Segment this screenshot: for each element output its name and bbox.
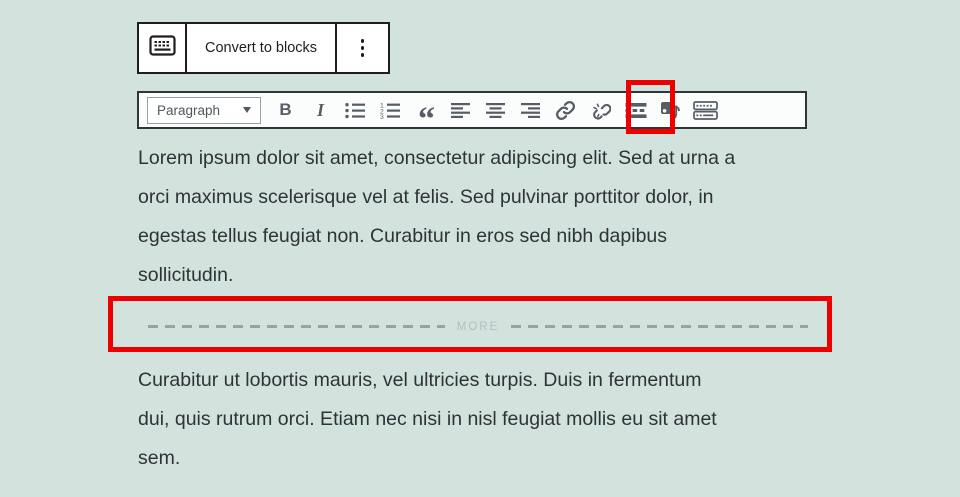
link-icon bbox=[555, 100, 576, 121]
numbered-list-button[interactable]: 1 2 3 bbox=[373, 93, 408, 127]
more-divider-dashes-left bbox=[148, 325, 445, 328]
align-left-button[interactable] bbox=[443, 93, 478, 127]
align-center-icon bbox=[486, 102, 505, 118]
paragraph-line: Lorem ipsum dolor sit amet, consectetur … bbox=[138, 147, 736, 169]
classic-block-button[interactable] bbox=[139, 24, 185, 72]
toolbar-toggle-button[interactable] bbox=[688, 93, 723, 127]
paragraph-line: dui, quis rutrum orci. Etiam nec nisi in… bbox=[138, 408, 717, 430]
keyboard-icon bbox=[148, 35, 176, 61]
italic-button[interactable]: I bbox=[303, 93, 338, 127]
align-right-icon bbox=[521, 102, 540, 118]
toolbar-toggle-icon bbox=[693, 100, 718, 120]
link-button[interactable] bbox=[548, 93, 583, 127]
add-media-button[interactable] bbox=[653, 93, 688, 127]
bulleted-list-button[interactable] bbox=[338, 93, 373, 127]
paragraph-style-value: Paragraph bbox=[157, 102, 221, 118]
bulleted-list-icon bbox=[345, 102, 366, 119]
convert-to-blocks-button[interactable]: Convert to blocks bbox=[185, 24, 335, 72]
bold-icon: B bbox=[279, 100, 292, 119]
paragraph-line: sollicitudin. bbox=[138, 264, 234, 286]
align-left-icon bbox=[451, 102, 470, 118]
unlink-icon bbox=[590, 100, 611, 121]
svg-text:3: 3 bbox=[380, 114, 384, 119]
options-menu-button[interactable] bbox=[335, 24, 388, 72]
classic-block-editor: Convert to blocks Paragraph B I 1 2 3 “ … bbox=[0, 0, 960, 497]
blockquote-button[interactable]: “ bbox=[408, 93, 443, 137]
paragraph-line: sem. bbox=[138, 447, 181, 469]
more-divider-dashes-right bbox=[511, 325, 808, 328]
paragraph-line: egestas tellus feugiat non. Curabitur in… bbox=[138, 225, 668, 247]
read-more-divider[interactable]: MORE bbox=[148, 319, 808, 334]
dropdown-caret-icon bbox=[243, 107, 251, 113]
more-tag-icon bbox=[625, 102, 647, 119]
formatting-toolbar: Paragraph B I 1 2 3 “ bbox=[137, 91, 807, 137]
add-media-icon bbox=[660, 101, 682, 120]
italic-icon: I bbox=[316, 99, 324, 120]
paragraph-line: Curabitur ut lobortis mauris, vel ultric… bbox=[138, 369, 702, 391]
vertical-ellipsis-icon bbox=[360, 39, 365, 43]
block-toolbar: Convert to blocks bbox=[137, 22, 391, 74]
paragraph-style-dropdown[interactable]: Paragraph bbox=[147, 96, 261, 124]
more-tag-button[interactable] bbox=[618, 93, 653, 127]
numbered-list-icon: 1 2 3 bbox=[380, 102, 401, 119]
paragraph-block-2[interactable]: Curabitur ut lobortis mauris, vel ultric… bbox=[138, 361, 818, 478]
more-divider-label: MORE bbox=[456, 320, 500, 333]
bold-button[interactable]: B bbox=[268, 93, 303, 127]
align-right-button[interactable] bbox=[513, 93, 548, 127]
unlink-button[interactable] bbox=[583, 93, 618, 127]
align-center-button[interactable] bbox=[478, 93, 513, 127]
paragraph-block-1[interactable]: Lorem ipsum dolor sit amet, consectetur … bbox=[138, 139, 818, 295]
paragraph-line: orci maximus scelerisque vel at felis. S… bbox=[138, 186, 714, 208]
